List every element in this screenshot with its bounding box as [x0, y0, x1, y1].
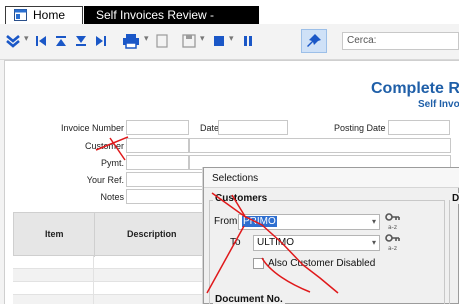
pause-icon [244, 36, 252, 46]
stop-icon [214, 36, 224, 46]
dialog-title: Selections [212, 173, 259, 184]
home-icon [14, 9, 27, 21]
posting-date-label: Posting Date [334, 123, 386, 133]
column-description: Description [127, 229, 177, 239]
tab-home[interactable]: Home [5, 6, 83, 24]
report-subtitle: Self Invoi [418, 99, 459, 110]
table-row [13, 282, 203, 295]
grid-separator [93, 282, 94, 295]
pause-button[interactable] [240, 31, 256, 51]
svg-text:a-z: a-z [388, 224, 397, 230]
toolbar: ▾ ▾ ▾ ▾ Cerca: [0, 24, 459, 60]
customer-label: Customer [84, 141, 124, 151]
print-button[interactable] [120, 31, 142, 51]
search-input[interactable]: Cerca: [342, 32, 459, 50]
document-no-group-title: Document No. [213, 294, 285, 304]
grid-separator [93, 256, 94, 269]
your-ref-label: Your Ref. [86, 175, 124, 185]
print-icon [123, 34, 139, 49]
from-label: From [214, 216, 238, 227]
from-customer-select[interactable]: PRIMO ▾ [238, 214, 380, 230]
report-title: Complete Re [371, 80, 459, 97]
save-icon [182, 34, 196, 48]
tab-home-label: Home [33, 8, 66, 22]
items-grid-header: Item Description [13, 212, 203, 257]
to-customer-select[interactable]: ULTIMO ▾ [253, 235, 380, 251]
chevron-double-down-icon [6, 35, 20, 48]
invoice-number-label: Invoice Number [60, 123, 124, 133]
move-bottom-icon [76, 36, 86, 46]
dialog-title-bar[interactable]: Selections [204, 168, 459, 188]
app-window: Home Self Invoices Review - Standard ▾ [0, 0, 459, 304]
last-record-button[interactable] [94, 31, 108, 51]
table-row [13, 256, 203, 269]
tab-self-invoices-review[interactable]: Self Invoices Review - Standard [84, 6, 259, 40]
customer-name-field [189, 138, 451, 153]
pin-button[interactable] [301, 29, 327, 53]
also-customer-disabled-checkbox[interactable] [253, 258, 264, 269]
table-row [13, 295, 203, 304]
dropdown-arrow-icon[interactable]: ▾ [24, 33, 29, 44]
date-field [218, 120, 288, 135]
column-item: Item [45, 229, 64, 239]
print-dropdown-icon[interactable]: ▾ [144, 33, 149, 44]
customers-group-title: Customers [213, 193, 270, 204]
date-label: Date [200, 123, 220, 133]
first-record-icon [36, 36, 46, 46]
pymt-label: Pymt. [100, 158, 124, 168]
chevron-down-icon: ▾ [371, 217, 376, 226]
grid-separator [93, 269, 94, 282]
stop-button[interactable] [211, 31, 227, 51]
also-customer-disabled-label: Also Customer Disabled [268, 258, 376, 269]
stop-dropdown-icon[interactable]: ▾ [229, 33, 234, 44]
save-dropdown-icon[interactable]: ▾ [200, 33, 205, 44]
to-customer-value: ULTIMO [257, 237, 295, 248]
to-label: To [230, 237, 241, 248]
selections-dialog: Selections Customers D From PRIMO ▾ a-z … [203, 167, 459, 304]
pymt-code-field [126, 155, 189, 170]
move-bottom-button[interactable] [74, 31, 88, 51]
lookup-az-icon[interactable]: a-z [384, 212, 400, 230]
last-record-icon [96, 36, 106, 46]
first-record-button[interactable] [34, 31, 48, 51]
grid-separator [94, 213, 95, 257]
pin-icon [307, 34, 321, 47]
right-group [449, 200, 459, 304]
chevron-down-icon: ▾ [371, 238, 376, 247]
lookup-az-icon[interactable]: a-z [384, 233, 400, 251]
svg-text:a-z: a-z [388, 245, 397, 251]
chevron-double-down-button[interactable] [4, 31, 22, 51]
grid-separator [93, 295, 94, 304]
save-button[interactable] [180, 31, 198, 51]
move-top-button[interactable] [54, 31, 68, 51]
customer-code-field [126, 138, 189, 153]
posting-date-field [388, 120, 450, 135]
blank-page-button[interactable] [154, 31, 170, 51]
table-row [13, 269, 203, 282]
right-group-title: D [450, 193, 459, 204]
move-top-icon [56, 36, 66, 46]
invoice-number-field [126, 120, 189, 135]
from-customer-value: PRIMO [242, 216, 277, 227]
notes-label: Notes [100, 192, 124, 202]
title-bar: Home Self Invoices Review - Standard [0, 0, 459, 40]
blank-page-icon [156, 34, 168, 48]
search-placeholder: Cerca: [347, 35, 377, 46]
